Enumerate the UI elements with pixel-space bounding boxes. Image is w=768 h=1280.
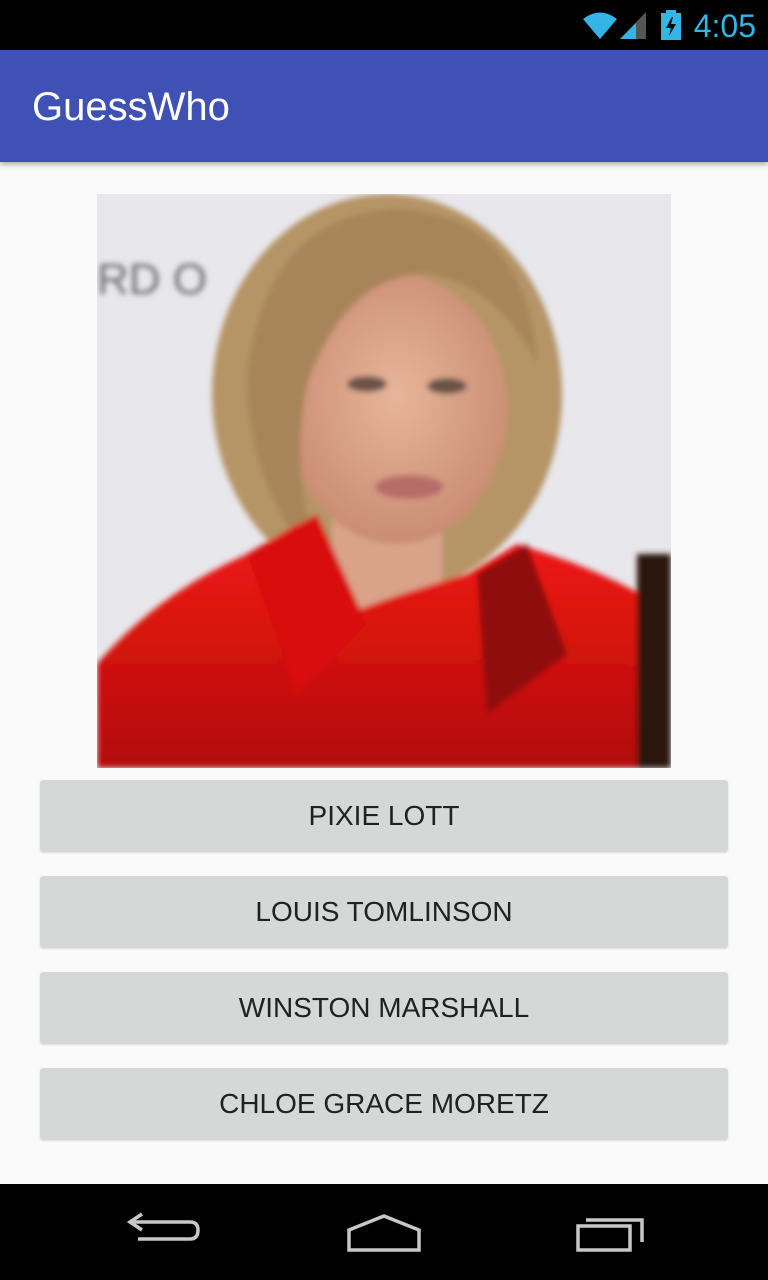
signal-icon — [618, 10, 648, 45]
wifi-icon — [582, 10, 618, 45]
celebrity-photo: RD O — [97, 194, 671, 768]
app-title: GuessWho — [32, 85, 230, 129]
home-icon[interactable] — [336, 1208, 432, 1256]
answer-button-1[interactable]: PIXIE LOTT — [40, 780, 728, 852]
app-bar: GuessWho — [0, 50, 768, 162]
status-bar: 4:05 — [0, 0, 768, 50]
recents-icon[interactable] — [562, 1208, 658, 1256]
backdrop-text: RD O — [97, 255, 207, 304]
status-time: 4:05 — [693, 8, 756, 44]
back-icon[interactable] — [112, 1208, 208, 1256]
answer-button-2[interactable]: LOUIS TOMLINSON — [40, 876, 728, 948]
nav-bar — [0, 1184, 768, 1280]
answer-button-3[interactable]: WINSTON MARSHALL — [40, 972, 728, 1044]
battery-charging-icon — [660, 10, 682, 45]
answer-button-4[interactable]: CHLOE GRACE MORETZ — [40, 1068, 728, 1140]
